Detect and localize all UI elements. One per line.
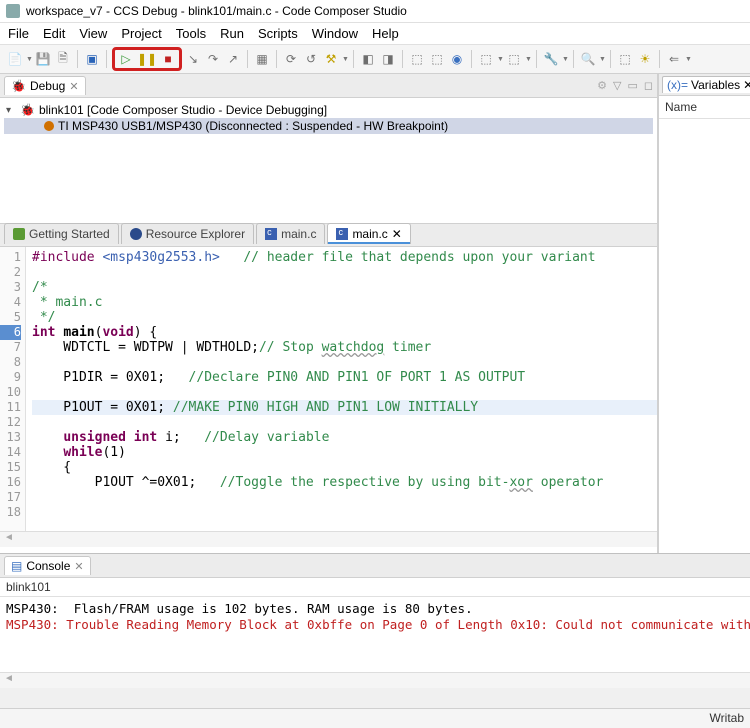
c-file-icon	[336, 228, 348, 240]
debug-view-tabbar: 🐞 Debug ✕ ⚙ ▽ ▭ ◻	[0, 74, 657, 98]
tool5-icon[interactable]: ◉	[448, 50, 466, 68]
save-all-icon[interactable]: 🗎	[54, 50, 72, 68]
resume-icon[interactable]: ▷	[117, 50, 135, 68]
close-icon[interactable]: ✕	[392, 227, 402, 241]
menu-bar: File Edit View Project Tools Run Scripts…	[0, 23, 750, 44]
code-editor[interactable]: 123456789101112131415161718 #include <ms…	[0, 247, 657, 531]
menu-scripts[interactable]: Scripts	[258, 26, 298, 41]
console-hscrollbar[interactable]	[0, 672, 750, 688]
debug-tab-label: Debug	[30, 79, 65, 93]
tab-getting-started[interactable]: Getting Started	[4, 223, 119, 244]
tree-thread-label: TI MSP430 USB1/MSP430 (Disconnected : Su…	[58, 119, 448, 133]
variables-pane: (x)= Variables ✕ ✎ Ex Name	[658, 74, 750, 553]
menu-edit[interactable]: Edit	[43, 26, 65, 41]
restart-icon[interactable]: ⟳	[282, 50, 300, 68]
tab-label: Getting Started	[29, 227, 110, 241]
tool4-icon[interactable]: ⬚	[428, 50, 446, 68]
workspace: 🐞 Debug ✕ ⚙ ▽ ▭ ◻ ▾ 🐞 blink101 [Code Com…	[0, 74, 750, 553]
tool3-icon[interactable]: ⬚	[408, 50, 426, 68]
gear-icon[interactable]: ⚙	[597, 79, 607, 92]
menu-help[interactable]: Help	[372, 26, 399, 41]
maximize-icon[interactable]: ◻	[644, 79, 653, 92]
variables-col-name[interactable]: Name	[659, 96, 750, 119]
menu-file[interactable]: File	[8, 26, 29, 41]
debug-tree-thread[interactable]: TI MSP430 USB1/MSP430 (Disconnected : Su…	[4, 118, 653, 134]
tab-main-c-2[interactable]: main.c ✕	[327, 223, 410, 244]
bug-icon: 🐞	[20, 103, 35, 117]
tab-label: main.c	[352, 227, 387, 241]
editor-tabbar: Getting Started Resource Explorer main.c…	[0, 223, 657, 247]
build-icon[interactable]: ⚒	[322, 50, 340, 68]
close-icon[interactable]: ✕	[69, 80, 78, 93]
step-into-icon[interactable]: ↘	[184, 50, 202, 68]
tab-label: main.c	[281, 227, 316, 241]
grid-icon[interactable]: ▦	[253, 50, 271, 68]
status-bar: Writab	[0, 708, 750, 728]
window-title: workspace_v7 - CCS Debug - blink101/main…	[26, 4, 407, 18]
variable-icon: (x)=	[667, 78, 688, 92]
tab-label: Resource Explorer	[146, 227, 245, 241]
minimize-icon[interactable]: ▭	[627, 79, 637, 92]
tool-a-icon[interactable]: ⬚	[616, 50, 634, 68]
compass-icon	[130, 228, 142, 240]
code-area[interactable]: #include <msp430g2553.h> // header file …	[26, 247, 657, 531]
tool6-icon[interactable]: ⬚	[477, 50, 495, 68]
main-toolbar: 📄▼ 💾 🗎 ▣ ▷ ❚❚ ■ ↘ ↷ ↗ ▦ ⟳ ↺ ⚒▼ ◧ ◨ ⬚ ⬚ ◉…	[0, 44, 750, 74]
getting-started-icon	[13, 228, 25, 240]
menu-project[interactable]: Project	[121, 26, 161, 41]
console-icon: ▤	[11, 559, 22, 573]
tool7-icon[interactable]: ⬚	[505, 50, 523, 68]
console-view: ▤ Console ✕ blink101 MSP430: Flash/FRAM …	[0, 553, 750, 688]
menu-run[interactable]: Run	[220, 26, 244, 41]
pause-icon[interactable]: ❚❚	[138, 50, 156, 68]
tab-resource-explorer[interactable]: Resource Explorer	[121, 223, 254, 244]
nav-back-icon[interactable]: ⇐	[665, 50, 683, 68]
console-tab-label: Console	[26, 559, 70, 573]
app-icon	[6, 4, 20, 18]
debug-tree-root[interactable]: ▾ 🐞 blink101 [Code Composer Studio - Dev…	[4, 102, 653, 118]
hammer-icon[interactable]: 🔧	[542, 50, 560, 68]
bulb-icon[interactable]: ☀	[636, 50, 654, 68]
tree-root-label: blink101 [Code Composer Studio - Device …	[39, 103, 327, 117]
refresh-icon[interactable]: ↺	[302, 50, 320, 68]
variables-tab[interactable]: (x)= Variables ✕	[662, 76, 750, 93]
view-menu-icon[interactable]: ▽	[613, 79, 621, 92]
line-number-gutter: 123456789101112131415161718	[0, 247, 26, 531]
step-return-icon[interactable]: ↗	[224, 50, 242, 68]
menu-window[interactable]: Window	[312, 26, 358, 41]
close-icon[interactable]: ✕	[743, 78, 750, 92]
terminate-icon[interactable]: ■	[159, 50, 177, 68]
save-icon[interactable]: 💾	[34, 50, 52, 68]
console-target: blink101	[0, 578, 750, 597]
menu-tools[interactable]: Tools	[176, 26, 206, 41]
status-writable: Writab	[710, 711, 744, 726]
c-file-icon	[265, 228, 277, 240]
tool1-icon[interactable]: ◧	[359, 50, 377, 68]
variables-tabbar: (x)= Variables ✕ ✎ Ex	[659, 74, 750, 96]
new-icon[interactable]: 📄	[6, 50, 24, 68]
tab-main-c-1[interactable]: main.c	[256, 223, 325, 244]
editor-hscrollbar[interactable]	[0, 531, 657, 547]
console-output[interactable]: MSP430: Flash/FRAM usage is 102 bytes. R…	[0, 597, 750, 672]
expander-icon[interactable]: ▾	[6, 105, 16, 116]
console-tabbar: ▤ Console ✕	[0, 554, 750, 578]
debug-controls-highlight: ▷ ❚❚ ■	[112, 47, 182, 71]
tab-label: Variables	[691, 78, 740, 92]
debug-tab[interactable]: 🐞 Debug ✕	[4, 76, 86, 95]
step-over-icon[interactable]: ↷	[204, 50, 222, 68]
breakpoint-icon	[44, 121, 54, 131]
left-pane: 🐞 Debug ✕ ⚙ ▽ ▭ ◻ ▾ 🐞 blink101 [Code Com…	[0, 74, 658, 553]
bug-icon: 🐞	[11, 79, 26, 93]
tool2-icon[interactable]: ◨	[379, 50, 397, 68]
window-title-bar: workspace_v7 - CCS Debug - blink101/main…	[0, 0, 750, 23]
debug-tree[interactable]: ▾ 🐞 blink101 [Code Composer Studio - Dev…	[0, 98, 657, 223]
console-tab[interactable]: ▤ Console ✕	[4, 556, 91, 575]
menu-view[interactable]: View	[79, 26, 107, 41]
close-icon[interactable]: ✕	[74, 560, 83, 573]
search-icon[interactable]: 🔍	[579, 50, 597, 68]
connect-target-icon[interactable]: ▣	[83, 50, 101, 68]
